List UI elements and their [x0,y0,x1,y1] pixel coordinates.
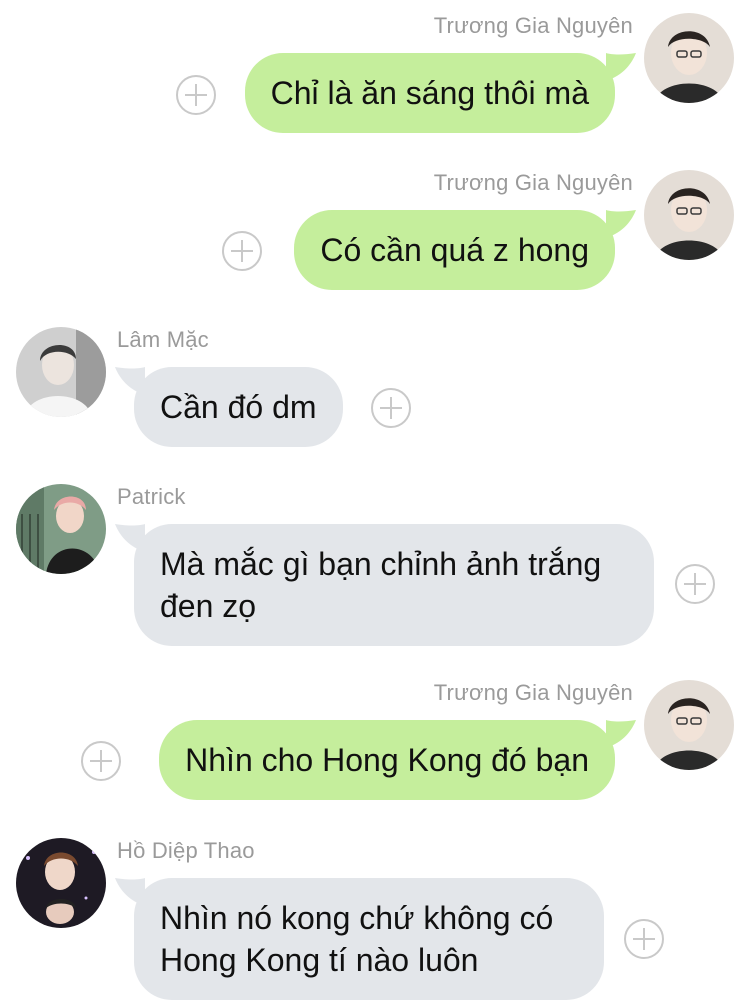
chat-thread: Trương Gia Nguyên Chỉ là ăn sáng thôi mà… [0,0,750,1002]
message-row: Lâm Mặc Cần đó dm [0,327,750,447]
message-bubble[interactable]: Nhìn nó kong chứ không có Hong Kong tí n… [134,878,604,1000]
avatar[interactable] [644,680,734,770]
avatar[interactable] [644,13,734,103]
sender-name: Hồ Diệp Thao [117,838,255,863]
add-reaction-icon[interactable] [624,919,664,959]
add-reaction-icon[interactable] [81,741,121,781]
sender-name: Patrick [117,484,186,509]
sender-name: Trương Gia Nguyên [433,170,633,195]
avatar[interactable] [16,484,106,574]
avatar[interactable] [16,838,106,928]
add-reaction-icon[interactable] [176,75,216,115]
add-reaction-icon[interactable] [371,388,411,428]
message-bubble[interactable]: Mà mắc gì bạn chỉnh ảnh trắng đen zọ [134,524,654,646]
message-bubble[interactable]: Cần đó dm [134,367,343,447]
message-row: Hồ Diệp Thao Nhìn nó kong chứ không có H… [0,838,750,1002]
avatar[interactable] [16,327,106,417]
add-reaction-icon[interactable] [222,231,262,271]
message-bubble[interactable]: Nhìn cho Hong Kong đó bạn [159,720,615,800]
sender-name: Trương Gia Nguyên [433,13,633,38]
message-row: Patrick Mà mắc gì bạn chỉnh ảnh trắng đe… [0,484,750,646]
sender-name: Lâm Mặc [117,327,209,352]
message-row: Trương Gia Nguyên Có cần quá z hong [0,170,750,290]
message-row: Trương Gia Nguyên Nhìn cho Hong Kong đó … [0,680,750,802]
message-bubble[interactable]: Có cần quá z hong [294,210,615,290]
message-bubble[interactable]: Chỉ là ăn sáng thôi mà [244,53,615,133]
add-reaction-icon[interactable] [675,564,715,604]
avatar[interactable] [644,170,734,260]
message-row: Trương Gia Nguyên Chỉ là ăn sáng thôi mà [0,13,750,133]
sender-name: Trương Gia Nguyên [433,680,633,705]
